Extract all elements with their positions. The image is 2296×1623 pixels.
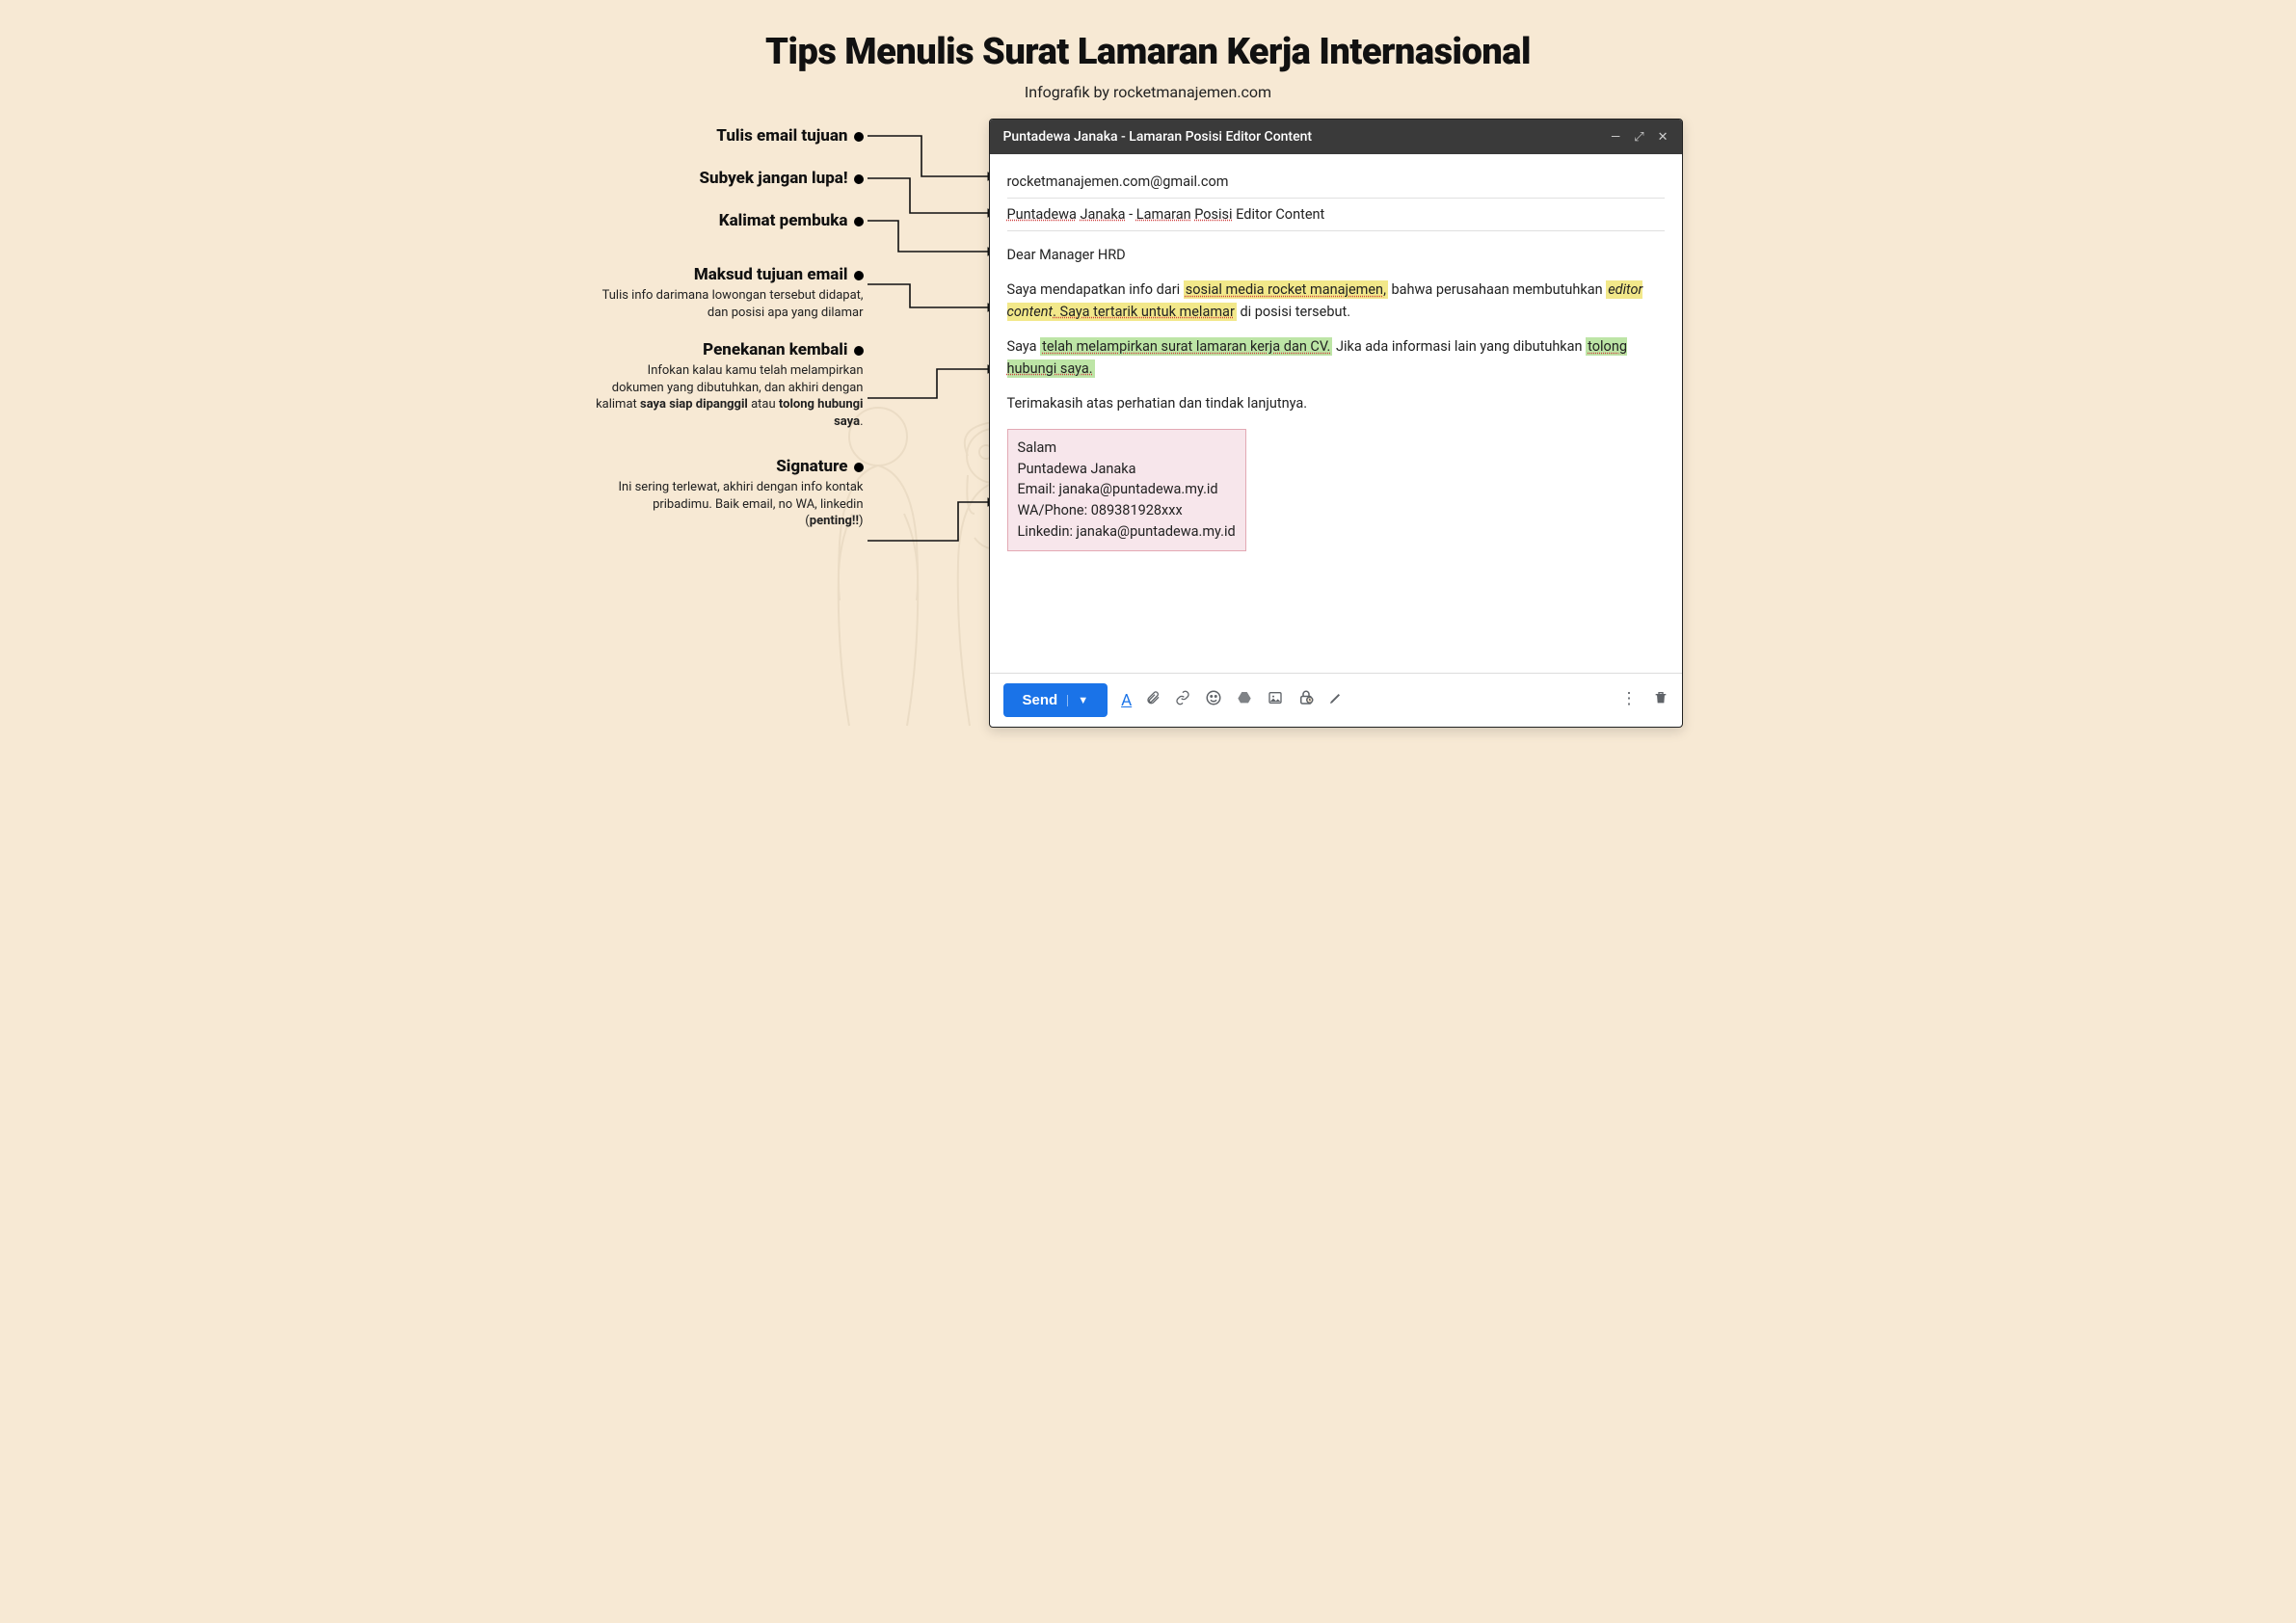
format-icon[interactable]: A — [1121, 691, 1132, 710]
link-icon[interactable] — [1174, 690, 1191, 710]
send-more-icon[interactable]: ▼ — [1067, 695, 1088, 706]
bullet-icon — [854, 217, 864, 226]
more-icon[interactable]: ⋮ — [1621, 689, 1638, 711]
trash-icon[interactable] — [1653, 689, 1669, 711]
annotation-kalimat-pembuka: Kalimat pembuka — [594, 211, 864, 230]
annotation-subyek: Subyek jangan lupa! — [594, 169, 864, 188]
greeting-line: Dear Manager HRD — [1007, 245, 1665, 266]
subject-field[interactable]: Puntadewa Janaka - Lamaran Posisi Editor… — [1007, 199, 1665, 231]
send-button[interactable]: Send ▼ — [1003, 683, 1108, 717]
email-message-body[interactable]: Dear Manager HRD Saya mendapatkan info d… — [1007, 231, 1665, 551]
bullet-icon — [854, 174, 864, 184]
bullet-icon — [854, 463, 864, 472]
paragraph-attachment: Saya telah melampirkan surat lamaran ker… — [1007, 336, 1665, 380]
annotations-panel: Tulis email tujuan Subyek jangan lupa! K… — [594, 119, 864, 544]
email-compose-window: Puntadewa Janaka - Lamaran Posisi Editor… — [989, 119, 1683, 728]
pen-icon[interactable] — [1328, 690, 1344, 710]
to-field[interactable]: rocketmanajemen.com@gmail.com — [1007, 166, 1665, 199]
bullet-icon — [854, 132, 864, 142]
image-icon[interactable] — [1267, 690, 1284, 710]
page-title: Tips Menulis Surat Lamaran Kerja Interna… — [574, 0, 1722, 73]
page-subtitle: Infografik by rocketmanajemen.com — [574, 83, 1722, 101]
signature-block: Salam Puntadewa Janaka Email: janaka@pun… — [1007, 429, 1246, 551]
annotation-penekanan: Penekanan kembali Infokan kalau kamu tel… — [594, 340, 864, 430]
expand-icon[interactable]: ⤢ — [1634, 130, 1643, 145]
compose-toolbar: Send ▼ A — [990, 673, 1682, 727]
window-title: Puntadewa Janaka - Lamaran Posisi Editor… — [1003, 129, 1313, 145]
minimize-icon[interactable]: — — [1611, 130, 1620, 145]
emoji-icon[interactable] — [1205, 689, 1222, 711]
bullet-icon — [854, 271, 864, 280]
drive-icon[interactable] — [1236, 690, 1253, 710]
email-window-header: Puntadewa Janaka - Lamaran Posisi Editor… — [990, 120, 1682, 154]
paragraph-intent: Saya mendapatkan info dari sosial media … — [1007, 279, 1665, 323]
paragraph-thanks: Terimakasih atas perhatian dan tindak la… — [1007, 393, 1665, 414]
confidential-icon[interactable] — [1297, 689, 1315, 711]
annotation-signature: Signature Ini sering terlewat, akhiri de… — [594, 457, 864, 530]
bullet-icon — [854, 346, 864, 356]
annotation-email-tujuan: Tulis email tujuan — [594, 126, 864, 146]
annotation-maksud-tujuan: Maksud tujuan email Tulis info darimana … — [594, 265, 864, 321]
close-icon[interactable]: ✕ — [1658, 130, 1669, 145]
attach-icon[interactable] — [1145, 689, 1161, 711]
